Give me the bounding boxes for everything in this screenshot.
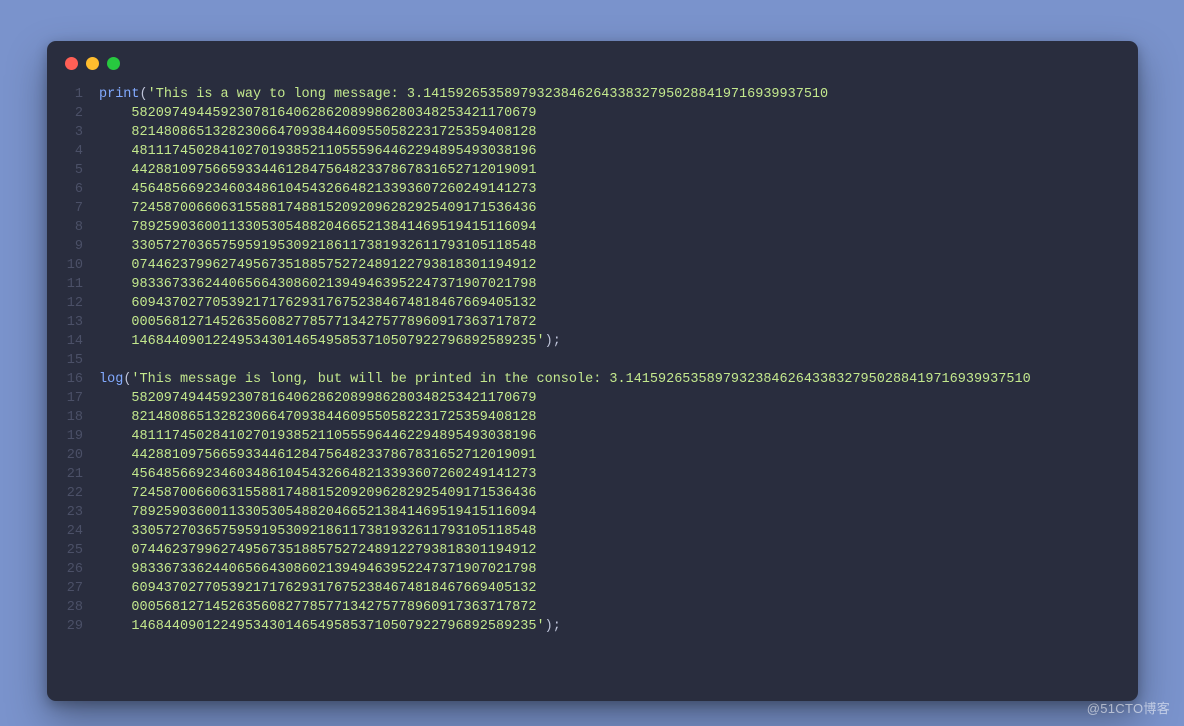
line-number: 19 — [47, 427, 83, 446]
code-line: 7245870066063155881748815209209628292540… — [99, 484, 1138, 503]
code-line: 0005681271452635608277857713427577896091… — [99, 598, 1138, 617]
code-line: 9833673362440656643086021394946395224737… — [99, 560, 1138, 579]
code-line: 1468440901224953430146549585371050792279… — [99, 617, 1138, 636]
line-number: 9 — [47, 237, 83, 256]
line-number: 11 — [47, 275, 83, 294]
code-line: 4428810975665933446128475648233786783165… — [99, 161, 1138, 180]
code-line: 7892590360011330530548820466521384146951… — [99, 503, 1138, 522]
line-number: 29 — [47, 617, 83, 636]
close-icon[interactable] — [65, 57, 78, 70]
code-area: 1234567891011121314151617181920212223242… — [47, 85, 1138, 654]
code-line: print('This is a way to long message: 3.… — [99, 85, 1138, 104]
line-number: 25 — [47, 541, 83, 560]
window-titlebar — [47, 41, 1138, 85]
code-line: 4811174502841027019385211055596446229489… — [99, 427, 1138, 446]
line-number: 26 — [47, 560, 83, 579]
line-number: 14 — [47, 332, 83, 351]
code-line: 4428810975665933446128475648233786783165… — [99, 446, 1138, 465]
line-number: 5 — [47, 161, 83, 180]
code-line — [99, 351, 1138, 370]
code-line: 9833673362440656643086021394946395224737… — [99, 275, 1138, 294]
code-line: log('This message is long, but will be p… — [99, 370, 1138, 389]
line-number: 23 — [47, 503, 83, 522]
code-line: 6094370277053921717629317675238467481846… — [99, 579, 1138, 598]
code-line: 7245870066063155881748815209209628292540… — [99, 199, 1138, 218]
line-number: 22 — [47, 484, 83, 503]
line-number: 17 — [47, 389, 83, 408]
line-number: 20 — [47, 446, 83, 465]
maximize-icon[interactable] — [107, 57, 120, 70]
line-number: 3 — [47, 123, 83, 142]
watermark: @51CTO博客 — [1087, 699, 1170, 718]
code-line: 0744623799627495673518857527248912279381… — [99, 256, 1138, 275]
code-line: 3305727036575959195309218611738193261179… — [99, 237, 1138, 256]
code-line: 0005681271452635608277857713427577896091… — [99, 313, 1138, 332]
line-number: 6 — [47, 180, 83, 199]
code-line: 6094370277053921717629317675238467481846… — [99, 294, 1138, 313]
line-number: 16 — [47, 370, 83, 389]
line-number: 4 — [47, 142, 83, 161]
code-line: 8214808651328230664709384460955058223172… — [99, 408, 1138, 427]
code-line: 1468440901224953430146549585371050792279… — [99, 332, 1138, 351]
line-number: 24 — [47, 522, 83, 541]
line-number: 28 — [47, 598, 83, 617]
code-line: 5820974944592307816406286208998628034825… — [99, 104, 1138, 123]
code-content: print('This is a way to long message: 3.… — [99, 85, 1138, 636]
line-number: 27 — [47, 579, 83, 598]
code-line: 3305727036575959195309218611738193261179… — [99, 522, 1138, 541]
line-number: 12 — [47, 294, 83, 313]
line-number: 7 — [47, 199, 83, 218]
line-number: 1 — [47, 85, 83, 104]
line-number: 15 — [47, 351, 83, 370]
line-number: 10 — [47, 256, 83, 275]
line-number: 21 — [47, 465, 83, 484]
code-line: 5820974944592307816406286208998628034825… — [99, 389, 1138, 408]
line-number: 13 — [47, 313, 83, 332]
line-number-gutter: 1234567891011121314151617181920212223242… — [47, 85, 99, 636]
line-number: 18 — [47, 408, 83, 427]
code-line: 4564856692346034861045432664821339360726… — [99, 465, 1138, 484]
code-line: 0744623799627495673518857527248912279381… — [99, 541, 1138, 560]
code-line: 4564856692346034861045432664821339360726… — [99, 180, 1138, 199]
minimize-icon[interactable] — [86, 57, 99, 70]
line-number: 8 — [47, 218, 83, 237]
editor-window: 1234567891011121314151617181920212223242… — [47, 41, 1138, 701]
code-line: 7892590360011330530548820466521384146951… — [99, 218, 1138, 237]
line-number: 2 — [47, 104, 83, 123]
code-line: 8214808651328230664709384460955058223172… — [99, 123, 1138, 142]
code-line: 4811174502841027019385211055596446229489… — [99, 142, 1138, 161]
